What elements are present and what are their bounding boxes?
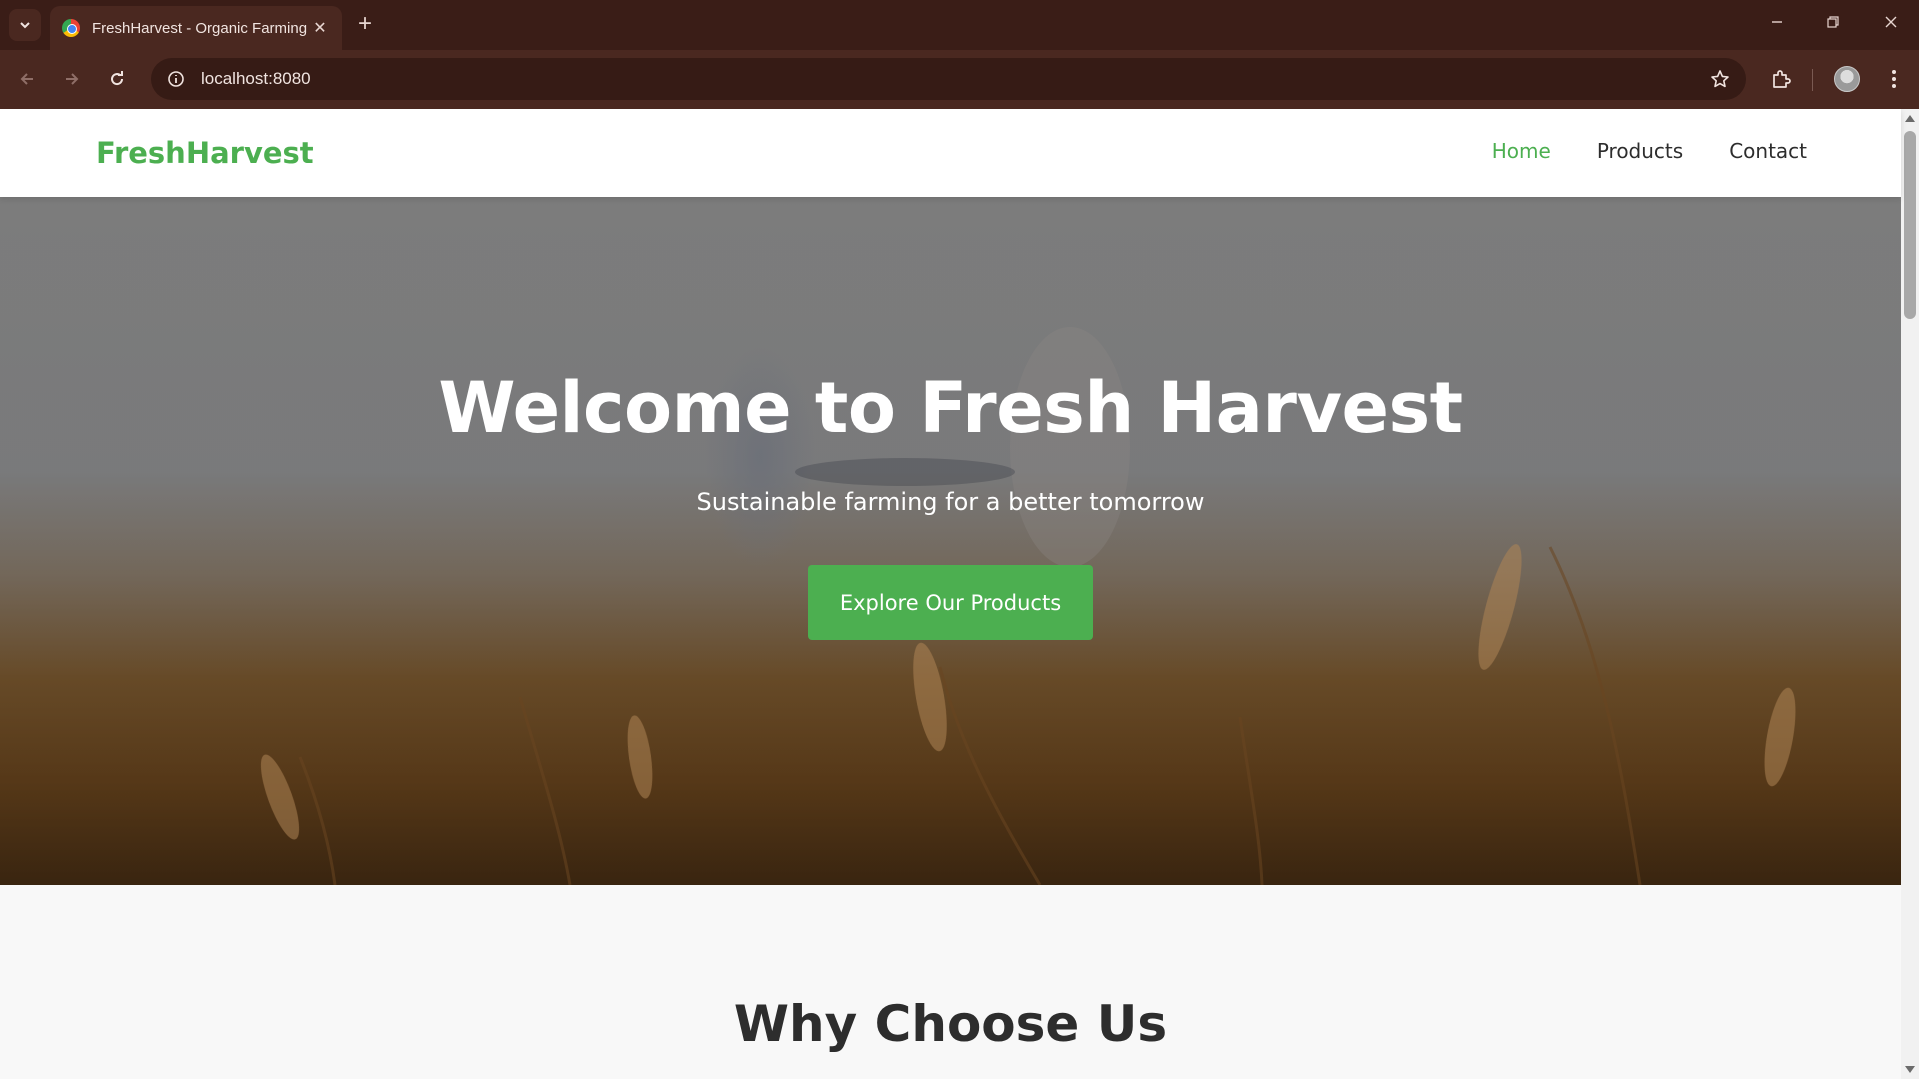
address-bar[interactable]: localhost:8080 [151,58,1746,100]
browser-menu-button[interactable] [1878,63,1910,95]
explore-products-button[interactable]: Explore Our Products [808,565,1093,640]
avatar [1834,66,1860,92]
arrow-right-icon [66,73,79,85]
profile-button[interactable] [1831,63,1863,95]
browser-tab[interactable]: FreshHarvest - Organic Farming ✕ [50,6,342,50]
scroll-up-icon[interactable] [1905,115,1915,122]
nav-link-contact[interactable]: Contact [1729,139,1807,163]
wheat-field-background-image [260,327,1796,885]
page-viewport: FreshHarvest Home Products Contact Welco… [0,109,1919,1079]
chevron-down-icon [20,22,30,29]
star-icon[interactable] [1706,65,1734,93]
site-logo[interactable]: FreshHarvest [96,136,314,170]
new-tab-button[interactable]: + [352,12,378,38]
hero-section: Welcome to Fresh Harvest Sustainable far… [0,197,1901,885]
close-icon [1885,16,1897,28]
plus-icon: + [357,10,372,37]
minimize-icon [1772,21,1782,23]
browser-toolbar: localhost:8080 [0,50,1919,109]
reload-button[interactable] [101,63,133,95]
scrollbar-thumb[interactable] [1904,131,1916,319]
nav-link-home[interactable]: Home [1492,139,1551,163]
puzzle-icon [1773,70,1791,88]
hero-subtitle: Sustainable farming for a better tomorro… [696,488,1205,516]
site-header: FreshHarvest Home Products Contact [0,109,1901,197]
address-bar-url[interactable]: localhost:8080 [201,69,1706,89]
tab-search-button[interactable] [9,9,41,41]
nav-link-products[interactable]: Products [1597,139,1683,163]
kebab-icon [1892,70,1896,88]
restore-icon [1827,16,1839,28]
why-choose-us-section: Why Choose Us [0,885,1901,1079]
main-nav: Home Products Contact [1492,139,1807,163]
hero-title: Welcome to Fresh Harvest [438,367,1463,449]
minimize-button[interactable] [1762,12,1792,38]
chrome-favicon-icon [62,19,80,37]
restore-button[interactable] [1818,12,1848,38]
toolbar-divider [1812,69,1813,91]
tab-title: FreshHarvest - Organic Farming [92,19,308,37]
browser-tab-bar: FreshHarvest - Organic Farming ✕ + [0,0,1919,50]
close-icon[interactable]: ✕ [310,18,330,38]
arrow-left-icon [20,73,33,85]
info-icon[interactable] [165,68,187,90]
back-button[interactable] [11,63,43,95]
close-window-button[interactable] [1876,12,1906,38]
section-title: Why Choose Us [733,995,1168,1053]
forward-button[interactable] [56,63,88,95]
reload-icon [111,71,124,86]
extensions-button[interactable] [1765,63,1797,95]
scroll-down-icon[interactable] [1905,1066,1915,1073]
page-scrollbar[interactable] [1901,109,1919,1079]
